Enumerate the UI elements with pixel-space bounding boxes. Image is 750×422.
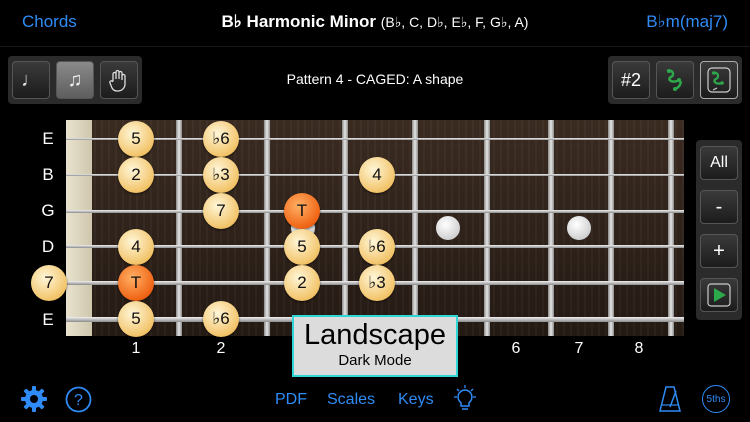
metronome-icon — [659, 386, 681, 412]
fret-wire — [264, 120, 270, 336]
help-icon: ? — [65, 386, 92, 413]
pdf-link[interactable]: PDF — [275, 391, 307, 409]
string-label: D — [41, 237, 55, 256]
string-label: B — [42, 165, 54, 184]
landscape-overlay: Landscape Dark Mode — [292, 315, 458, 377]
fret-number: 2 — [216, 340, 226, 357]
hint-button[interactable] — [452, 385, 478, 418]
fret-number: 1 — [131, 340, 141, 357]
play-pattern-icon — [707, 67, 731, 93]
zoom-out-button[interactable]: - — [700, 190, 738, 224]
tonic-note[interactable]: T — [118, 265, 154, 301]
scale-note[interactable]: 4 — [118, 229, 154, 265]
scale-note[interactable]: ♭3 — [359, 265, 395, 301]
settings-button[interactable] — [20, 385, 48, 418]
overlay-subtitle: Dark Mode — [338, 352, 412, 369]
scale-note[interactable]: 7 — [203, 193, 239, 229]
string-3 — [66, 210, 684, 213]
fret-number: 6 — [511, 340, 521, 357]
fretboard-nut — [66, 120, 92, 336]
scale-note[interactable]: ♭6 — [203, 121, 239, 157]
fret-number: 8 — [634, 340, 644, 357]
fret-wire — [548, 120, 554, 336]
pattern-group: #2 — [608, 56, 742, 104]
scales-link[interactable]: Scales — [327, 391, 375, 409]
scale-note[interactable]: 5 — [118, 301, 154, 337]
string-label: E — [42, 310, 54, 329]
scale-pattern-button[interactable] — [656, 61, 694, 99]
fretboard[interactable] — [66, 120, 684, 336]
scale-pattern-icon — [666, 69, 682, 91]
zoom-in-button[interactable]: + — [700, 234, 738, 268]
string-1 — [66, 138, 684, 140]
chord-link[interactable]: B♭m(maj7) — [646, 12, 728, 32]
gear-icon — [21, 386, 47, 412]
scale-note[interactable]: 2 — [284, 265, 320, 301]
scale-name: B♭ Harmonic Minor — [221, 12, 376, 31]
scale-note[interactable]: 5 — [284, 229, 320, 265]
string-label: G — [41, 201, 55, 220]
show-all-button[interactable]: All — [700, 146, 738, 180]
help-button[interactable]: ? — [65, 386, 92, 418]
keys-link[interactable]: Keys — [398, 391, 434, 409]
svg-text:?: ? — [74, 392, 83, 409]
scale-notes: (B♭, C, D♭, E♭, F, G♭, A) — [380, 14, 529, 30]
lightbulb-icon — [454, 385, 476, 410]
scale-note[interactable]: 4 — [359, 157, 395, 193]
pattern-number-button[interactable]: #2 — [612, 61, 650, 99]
metronome-button[interactable] — [658, 385, 682, 418]
string-label: E — [42, 129, 54, 148]
fret-wire — [176, 120, 182, 336]
fret-wire — [412, 120, 418, 336]
circle-of-fifths-button[interactable]: 5ths — [702, 385, 730, 413]
scale-note[interactable]: 5 — [118, 121, 154, 157]
play-icon — [707, 283, 731, 307]
scale-note[interactable]: 2 — [118, 157, 154, 193]
tonic-note[interactable]: T — [284, 193, 320, 229]
fret-inlay — [436, 216, 460, 240]
open-string-note[interactable]: 7 — [31, 265, 67, 301]
scale-note[interactable]: ♭6 — [359, 229, 395, 265]
scale-note[interactable]: ♭6 — [203, 301, 239, 337]
fret-number: 7 — [574, 340, 584, 357]
scale-note[interactable]: ♭3 — [203, 157, 239, 193]
scale-title: B♭ Harmonic Minor (B♭, C, D♭, E♭, F, G♭,… — [0, 12, 750, 32]
fret-wire — [608, 120, 614, 336]
fret-inlay — [567, 216, 591, 240]
side-controls: All - + — [696, 140, 742, 320]
play-pattern-button[interactable] — [700, 61, 738, 99]
fret-wire — [484, 120, 490, 336]
overlay-title: Landscape — [304, 319, 446, 351]
fret-wire — [342, 120, 348, 336]
fifths-label: 5ths — [706, 393, 726, 405]
fret-wire — [668, 120, 674, 336]
play-button[interactable] — [700, 278, 738, 312]
